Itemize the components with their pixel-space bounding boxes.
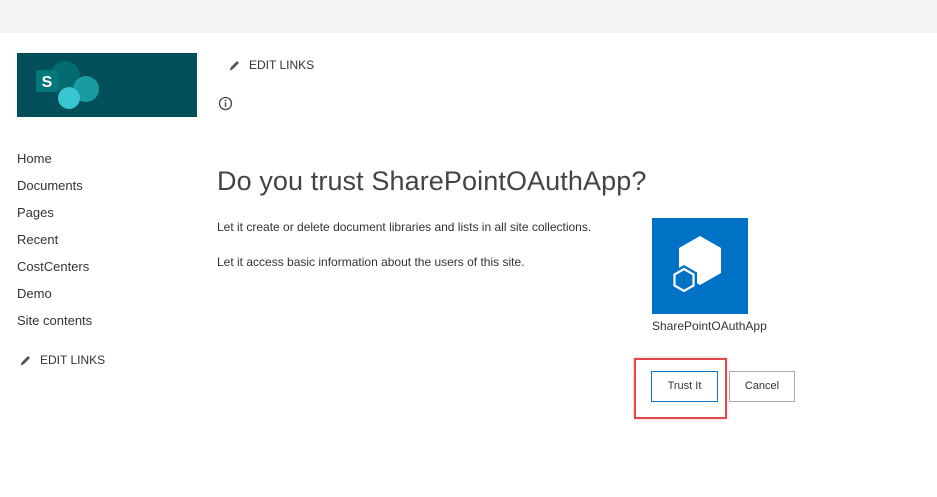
permission-text: Let it create or delete document librari… — [217, 220, 592, 234]
nav-item-site-contents[interactable]: Site contents — [17, 312, 92, 339]
page-title: Do you trust SharePointOAuthApp? — [217, 166, 647, 196]
info-icon[interactable] — [218, 96, 233, 111]
suite-bar — [0, 0, 937, 33]
app-name: SharePointOAuthApp — [652, 319, 767, 333]
sidebar-edit-links[interactable]: EDIT LINKS — [19, 353, 105, 367]
site-logo[interactable]: S — [17, 53, 197, 117]
pencil-icon — [20, 355, 30, 365]
nav-item-home[interactable]: Home — [17, 150, 92, 177]
sidebar-edit-links-label: EDIT LINKS — [40, 353, 106, 367]
top-edit-links[interactable]: EDIT LINKS — [228, 58, 314, 72]
logo-letter: S — [42, 74, 53, 91]
nav-item-documents[interactable]: Documents — [17, 177, 92, 204]
nav-item-pages[interactable]: Pages — [17, 204, 92, 231]
nav-item-recent[interactable]: Recent — [17, 231, 92, 258]
cancel-button[interactable]: Cancel — [729, 371, 795, 402]
quick-launch: Home Documents Pages Recent CostCenters … — [17, 150, 92, 339]
sharepoint-logo-icon: S — [36, 61, 99, 109]
nav-item-demo[interactable]: Demo — [17, 285, 92, 312]
trust-it-button[interactable]: Trust It — [651, 371, 718, 402]
app-icon — [652, 218, 748, 314]
app-cube-icon — [671, 236, 721, 295]
top-edit-links-label: EDIT LINKS — [249, 58, 315, 72]
permission-text: Let it access basic information about th… — [217, 255, 525, 269]
pencil-icon — [229, 60, 239, 70]
nav-item-costcenters[interactable]: CostCenters — [17, 258, 92, 285]
